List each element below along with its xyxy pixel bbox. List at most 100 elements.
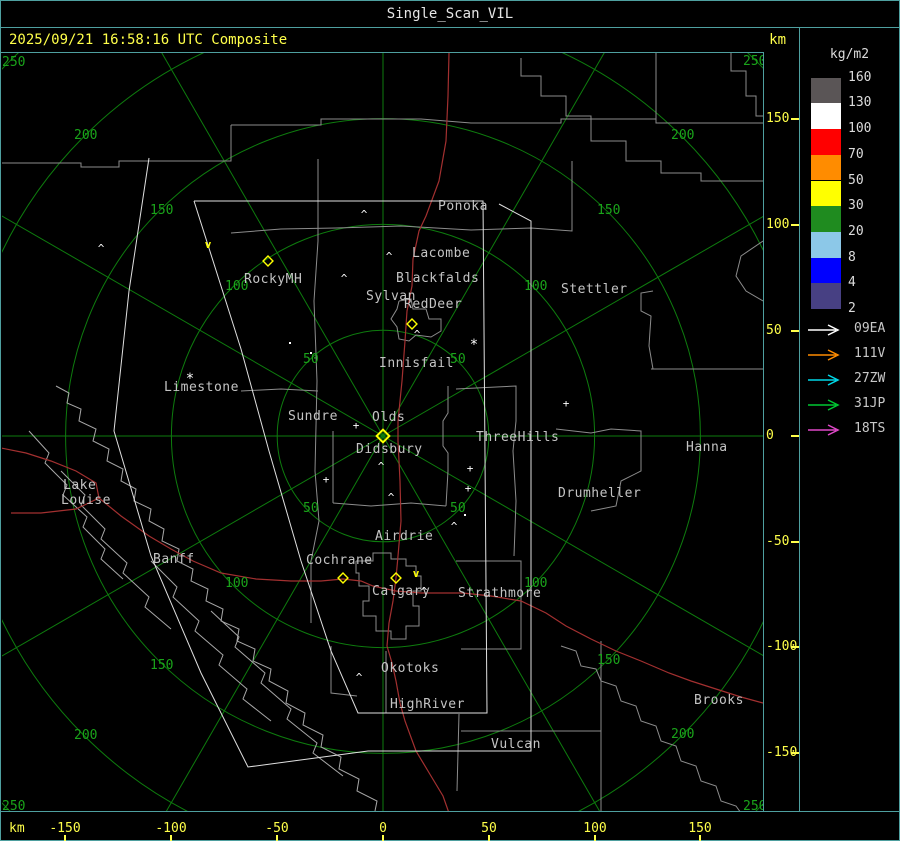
caret-marker: ^ xyxy=(378,460,385,473)
caret-marker: ^ xyxy=(451,520,458,533)
datetime-label: 2025/09/21 16:58:16 UTC Composite xyxy=(9,32,288,48)
scale-value: 4 xyxy=(848,275,856,291)
legend-unit-label: kg/m2 xyxy=(829,47,870,62)
caret-marker: ^ xyxy=(421,585,428,598)
radar-map-canvas[interactable]: 2502001501005025020015010050250200150100… xyxy=(2,53,763,811)
map-panel[interactable]: 250 200 150 100 50 250 200 150 100 50 250 200 150 100… xyxy=(2,53,763,811)
station-arrow-icon xyxy=(808,324,840,336)
scale-swatch xyxy=(811,231,841,258)
right-axis-tick-label: 0 xyxy=(766,428,774,443)
app-window: Single_Scan_VIL 2025/09/21 16:58:16 UTC … xyxy=(0,0,900,841)
right-axis-tick xyxy=(791,541,799,543)
right-axis: 150 100 50 0 -50 -100 -150 xyxy=(764,53,799,811)
scale-swatch xyxy=(811,180,841,207)
right-axis-unit-label: km xyxy=(769,32,786,48)
city-label-olds: Olds xyxy=(372,410,405,425)
station-id: 18TS xyxy=(854,421,886,436)
city-label-ponoka: Ponoka xyxy=(438,199,488,214)
ring-distance-label: 150 xyxy=(597,203,620,218)
station-id: 111V xyxy=(854,346,886,361)
caret-marker: ^ xyxy=(386,250,393,263)
ring-distance-label: 200 xyxy=(671,128,694,143)
city-label-drumheller: Drumheller xyxy=(558,486,641,501)
city-label-louise: Louise xyxy=(61,493,111,508)
scale-value: 30 xyxy=(848,198,864,214)
ring-distance-label: 250 xyxy=(2,799,25,811)
ring-distance-label: 100 xyxy=(225,576,248,591)
station-arrow-icon xyxy=(808,349,840,361)
caret-marker: ^ xyxy=(414,328,421,341)
scale-swatch xyxy=(811,77,841,104)
right-axis-tick xyxy=(791,330,799,332)
city-label-okotoks: Okotoks xyxy=(381,661,439,676)
bottom-axis-tick-label: 0 xyxy=(379,821,387,836)
bottom-axis-tick-label: 50 xyxy=(481,821,497,836)
scale-value: 20 xyxy=(848,223,864,239)
city-label-threehills: ThreeHills xyxy=(476,430,559,445)
scale-value: 130 xyxy=(848,95,872,111)
city-label-airdrie: Airdrie xyxy=(375,529,433,544)
bottom-axis-tick-label: 150 xyxy=(688,821,712,836)
asterisk-marker: * xyxy=(186,371,194,387)
radar-site-marker xyxy=(337,572,349,584)
ring-distance-label: 200 xyxy=(74,728,97,743)
scale-swatch xyxy=(811,129,841,155)
bottom-axis-tick-label: -100 xyxy=(155,821,187,836)
city-label-reddeer: RedDeer xyxy=(404,297,462,312)
right-axis-tick-label: 50 xyxy=(766,323,782,338)
city-label-rockymh: RockyMH xyxy=(244,272,302,287)
ring-distance-label: 100 xyxy=(524,279,547,294)
plus-marker: + xyxy=(563,397,570,410)
right-axis-tick xyxy=(791,224,799,226)
city-label-stettler: Stettler xyxy=(561,282,628,297)
city-label-hanna: Hanna xyxy=(686,440,728,455)
bottom-axis-tick xyxy=(699,835,701,841)
scale-swatch xyxy=(811,283,841,309)
plus-marker: + xyxy=(465,482,472,495)
bottom-axis-tick xyxy=(594,835,596,841)
right-axis-tick-label: 100 xyxy=(766,217,790,232)
station-id: 09EA xyxy=(854,321,886,336)
city-label-limestone: Limestone xyxy=(164,380,239,395)
city-label-banff: Banff xyxy=(153,552,195,567)
scale-swatch xyxy=(811,103,841,130)
caret-marker: ^ xyxy=(356,671,363,684)
right-axis-tick xyxy=(791,118,799,120)
ring-distance-label: 150 xyxy=(150,203,173,218)
scale-swatch xyxy=(811,257,841,284)
plus-marker: + xyxy=(467,462,474,475)
ring-distance-label: 50 xyxy=(450,501,466,516)
yellow-arrow-marker: v xyxy=(413,567,420,580)
radial-line xyxy=(382,53,605,437)
station-arrow-icon xyxy=(808,399,840,411)
dot-marker xyxy=(310,352,312,354)
city-label-brooks: Brooks xyxy=(694,693,744,708)
radial-line xyxy=(161,53,384,437)
scale-swatch xyxy=(811,206,841,232)
bottom-axis-tick xyxy=(382,835,384,841)
plus-marker: + xyxy=(353,419,360,432)
station-arrow-icon xyxy=(808,424,840,436)
ring-distance-label: 150 xyxy=(597,653,620,668)
station-legend-row: 18TS xyxy=(806,422,885,436)
station-id: 27ZW xyxy=(854,371,886,386)
city-label-strathmore: Strathmore xyxy=(458,586,541,601)
bottom-axis: km -150 -100 -50 0 50 100 150 xyxy=(1,812,899,841)
station-legend-row: 27ZW xyxy=(806,372,885,386)
bottom-axis-tick xyxy=(170,835,172,841)
dot-marker xyxy=(464,514,466,516)
station-legend-row: 09EA xyxy=(806,322,885,336)
caret-marker: ^ xyxy=(388,491,395,504)
scale-value: 160 xyxy=(848,69,872,85)
ring-distance-label: 250 xyxy=(743,54,763,69)
page-title: Single_Scan_VIL xyxy=(386,6,514,22)
dot-marker xyxy=(289,342,291,344)
info-bar: 2025/09/21 16:58:16 UTC Composite km xyxy=(1,28,798,52)
station-legend-row: 111V xyxy=(806,347,885,361)
title-bar: Single_Scan_VIL xyxy=(1,1,899,28)
bottom-axis-tick xyxy=(276,835,278,841)
ring-distance-label: 150 xyxy=(150,658,173,673)
city-label-vulcan: Vulcan xyxy=(491,737,541,752)
plus-marker: + xyxy=(323,473,330,486)
ring-distance-label: 200 xyxy=(671,727,694,742)
